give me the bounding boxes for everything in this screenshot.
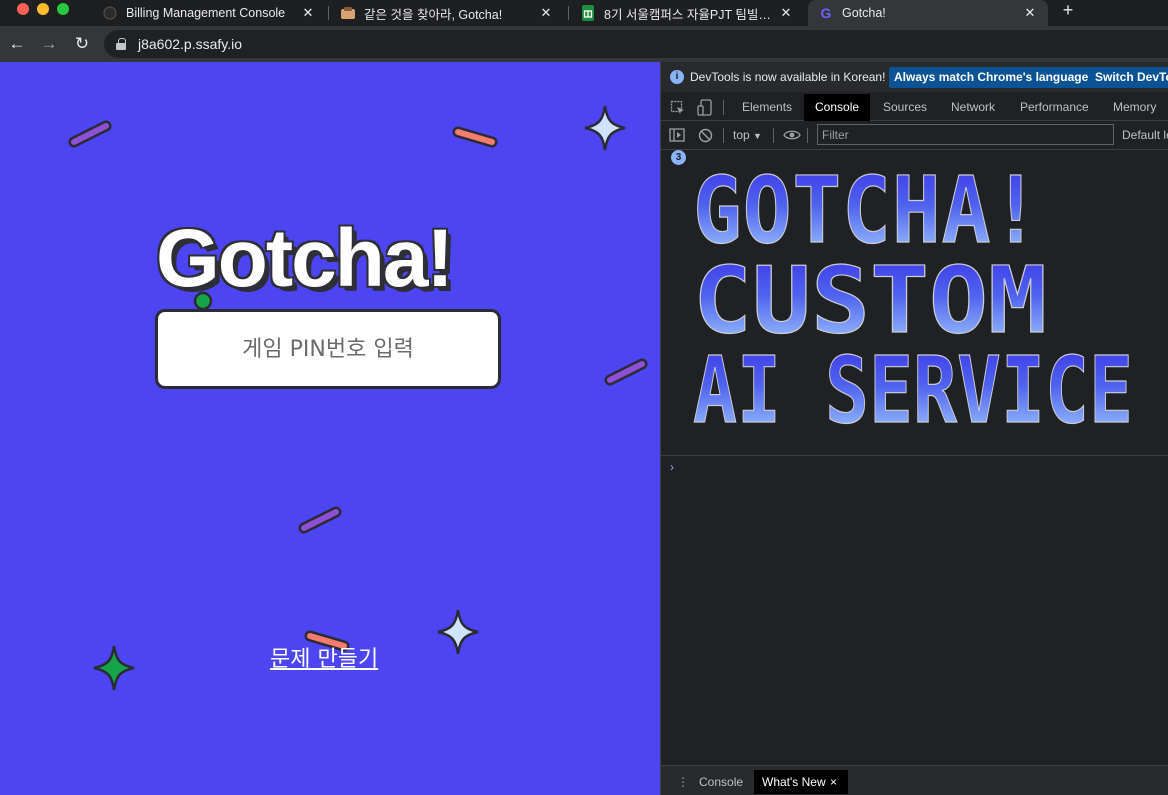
browser-tab-billing[interactable]: Billing Management Console ✕ — [98, 0, 326, 26]
close-tab-icon[interactable]: ✕ — [538, 5, 554, 21]
window-minimize-button[interactable] — [37, 3, 49, 15]
tab-strip: Billing Management Console ✕ 같은 것을 찾아라, … — [0, 0, 1168, 26]
tab-performance[interactable]: Performance — [1009, 94, 1100, 121]
browser-toolbar: ← → ↻ j8a602.p.ssafy.io — [0, 26, 1168, 62]
tab-console[interactable]: Console — [804, 94, 871, 121]
window-close-button[interactable] — [17, 3, 29, 15]
browser-tab-gotcha-game[interactable]: 같은 것을 찾아라, Gotcha! ✕ — [336, 0, 564, 26]
clear-console-icon[interactable] — [698, 128, 713, 143]
salmon-stick-decoration — [452, 126, 498, 148]
switch-devtools-language-button[interactable]: Switch DevTo — [1090, 67, 1168, 88]
aws-icon — [102, 5, 118, 21]
purple-stick-decoration — [68, 120, 112, 148]
console-filter-input[interactable] — [817, 124, 1114, 145]
green-sparkle-decoration — [93, 645, 135, 691]
info-icon: i — [670, 70, 684, 84]
live-expression-eye-icon[interactable] — [783, 129, 801, 141]
close-tab-icon[interactable]: ✕ — [1022, 5, 1038, 21]
ascii-art-banner: GOTCHA! CUSTOM AI SERVICE — [692, 160, 1133, 435]
gotcha-page: Gotcha! 문제 만들기 — [0, 62, 660, 795]
devtools-panel: i DevTools is now available in Korean! A… — [660, 62, 1168, 795]
context-label: top — [733, 128, 750, 142]
device-toolbar-icon[interactable] — [697, 99, 713, 116]
tab-network[interactable]: Network — [940, 94, 1006, 121]
sidebar-toggle-icon[interactable] — [669, 128, 685, 143]
tab-sources[interactable]: Sources — [872, 94, 938, 121]
gotcha-g-icon: G — [820, 5, 832, 21]
purple-stick-decoration — [604, 358, 648, 386]
devtools-drawer-tabbar: ⋮ Console What's New × — [661, 765, 1168, 795]
inspect-element-icon[interactable] — [670, 100, 686, 116]
sparkle-decoration — [584, 105, 626, 151]
drawer-tab-label: What's New — [762, 775, 826, 789]
dropdown-arrow-icon: ▼ — [753, 131, 762, 141]
svg-text:AI SERVICE: AI SERVICE — [693, 337, 1133, 435]
context-selector[interactable]: top ▼ — [733, 128, 762, 142]
reload-icon[interactable]: ↻ — [71, 33, 93, 55]
console-filter-bar: top ▼ Default le — [661, 122, 1168, 150]
browser-tab-sheets[interactable]: 8기 서울캠퍼스 자율PJT 팀빌딩 - G ✕ — [576, 0, 804, 26]
sheets-icon — [580, 5, 596, 21]
close-tab-icon[interactable]: ✕ — [778, 5, 794, 21]
game-icon — [340, 5, 356, 21]
url-text[interactable]: j8a602.p.ssafy.io — [138, 36, 242, 52]
close-drawer-tab-icon[interactable]: × — [826, 770, 841, 794]
window-zoom-button[interactable] — [57, 3, 69, 15]
forward-arrow-icon[interactable]: → — [38, 33, 60, 55]
back-arrow-icon[interactable]: ← — [6, 33, 28, 55]
lock-icon[interactable] — [116, 38, 126, 50]
purple-stick-decoration — [298, 506, 342, 534]
new-tab-button[interactable]: + — [1058, 0, 1078, 22]
address-bar[interactable]: j8a602.p.ssafy.io — [104, 30, 1168, 58]
tab-elements[interactable]: Elements — [731, 94, 803, 121]
browser-tab-gotcha-active[interactable]: G Gotcha! ✕ — [808, 0, 1048, 26]
drawer-tab-console[interactable]: Console — [691, 770, 751, 794]
tab-memory[interactable]: Memory — [1102, 94, 1167, 121]
close-tab-icon[interactable]: ✕ — [300, 5, 316, 21]
make-quiz-link[interactable]: 문제 만들기 — [270, 641, 378, 673]
log-levels-dropdown[interactable]: Default le — [1122, 128, 1168, 142]
sparkle-decoration — [437, 609, 479, 655]
console-prompt-icon[interactable]: › — [670, 460, 674, 474]
devtools-tabbar: Elements Console Sources Network Perform… — [661, 94, 1168, 121]
always-match-language-button[interactable]: Always match Chrome's language — [889, 67, 1094, 88]
game-pin-input[interactable] — [155, 309, 501, 389]
message-count-badge: 3 — [671, 150, 686, 165]
console-divider — [661, 455, 1168, 456]
